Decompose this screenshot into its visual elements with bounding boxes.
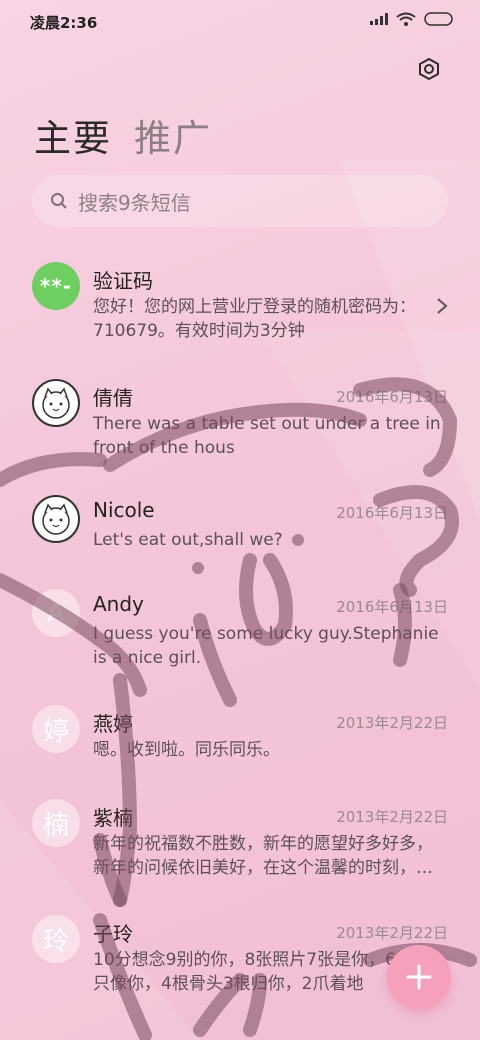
wifi-icon xyxy=(396,12,416,26)
battery-icon xyxy=(424,12,453,26)
chevron-right-icon xyxy=(437,298,448,314)
search-placeholder: 搜索9条短信 xyxy=(78,190,191,215)
message-row[interactable]: 倩倩 2016年6月13日 There was a table set out … xyxy=(0,372,480,472)
contact-name: 子玲 xyxy=(93,922,133,946)
signal-icon xyxy=(370,13,388,25)
search-icon xyxy=(51,193,67,209)
message-row[interactable]: 婷 燕婷 2013年2月22日 嗯。收到啦。同乐同乐。 xyxy=(0,698,480,778)
message-date: 2013年2月22日 xyxy=(336,924,448,942)
contact-name: Nicole xyxy=(93,498,155,522)
contact-name: 紫楠 xyxy=(93,806,133,830)
cat-avatar-icon xyxy=(42,503,70,535)
message-preview: 嗯。收到啦。同乐同乐。 xyxy=(93,740,280,760)
search-bar[interactable]: 搜索9条短信 xyxy=(32,175,448,227)
status-time: 凌晨2:36 xyxy=(30,14,98,32)
avatar: 楠 xyxy=(32,799,80,847)
message-preview: 新年的祝福数不胜数，新年的愿望好多好多，新年的问候依旧美好，在这个温馨的时刻，… xyxy=(93,834,433,878)
message-preview: There was a table set out under a tree i… xyxy=(93,414,441,458)
message-date: 2016年6月13日 xyxy=(336,598,448,616)
message-date: 2013年2月22日 xyxy=(336,714,448,732)
message-preview: I guess you're some lucky guy.Stephanie … xyxy=(93,624,439,668)
avatar xyxy=(32,495,80,543)
tab-bar: 主要 推广 xyxy=(34,108,212,162)
avatar: 婷 xyxy=(32,705,80,753)
plus-icon xyxy=(406,964,432,990)
message-row[interactable]: 楠 紫楠 2013年2月22日 新年的祝福数不胜数，新年的愿望好多好多，新年的问… xyxy=(0,792,480,892)
message-row[interactable]: A Andy 2016年6月13日 I guess you're some lu… xyxy=(0,582,480,682)
tab-promotions[interactable]: 推广 xyxy=(134,108,212,162)
contact-name: 倩倩 xyxy=(93,386,133,410)
message-date: 2016年6月13日 xyxy=(336,388,448,406)
status-icons xyxy=(370,12,454,26)
settings-button[interactable] xyxy=(414,54,444,84)
avatar: 玲 xyxy=(32,915,80,963)
tab-primary[interactable]: 主要 xyxy=(34,108,112,162)
compose-button[interactable] xyxy=(387,945,451,1009)
status-bar: 凌晨2:36 xyxy=(0,0,480,40)
message-date: 2013年2月22日 xyxy=(336,808,448,826)
avatar: **- xyxy=(32,262,80,310)
cat-avatar-icon xyxy=(42,387,70,419)
contact-name: 燕婷 xyxy=(93,712,133,736)
avatar: A xyxy=(32,589,80,637)
settings-icon xyxy=(419,57,439,81)
contact-name: Andy xyxy=(93,592,144,616)
message-row[interactable]: Nicole 2016年6月13日 Let's eat out,shall we… xyxy=(0,488,480,568)
message-date: 2016年6月13日 xyxy=(336,504,448,522)
message-row[interactable]: **- 验证码 您好！您的网上营业厅登录的随机密码为：710679。有效时间为3… xyxy=(0,255,480,355)
avatar xyxy=(32,379,80,427)
contact-name: 验证码 xyxy=(93,269,153,293)
message-preview: Let's eat out,shall we? xyxy=(93,530,283,550)
message-preview: 您好！您的网上营业厅登录的随机密码为：710679。有效时间为3分钟 xyxy=(93,297,416,341)
